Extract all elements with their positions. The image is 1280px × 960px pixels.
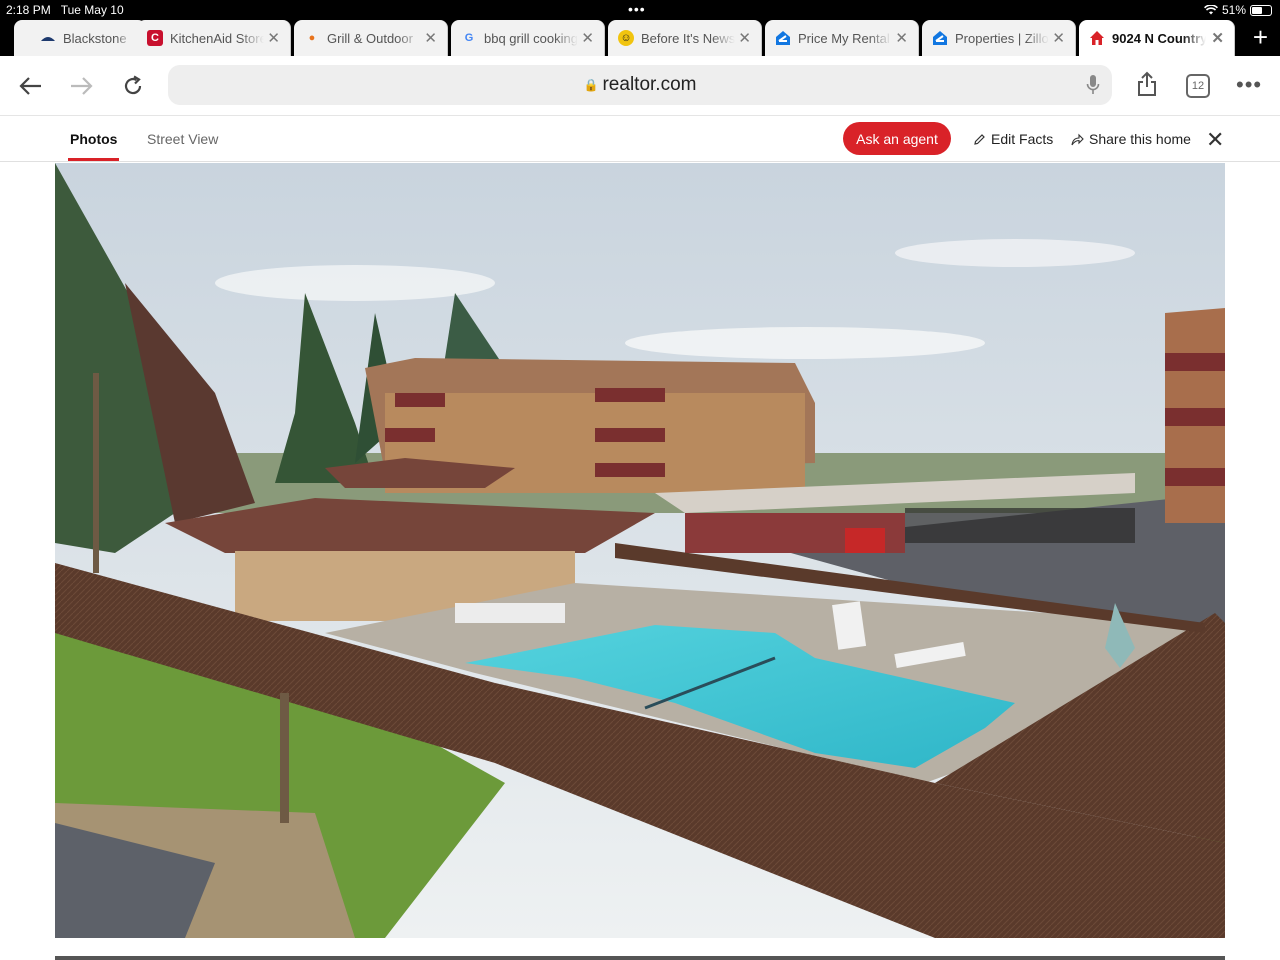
kitchenaid-icon: C — [147, 30, 163, 46]
tab-title: Blackstone — [63, 30, 127, 46]
lock-icon: 🔒 — [583, 78, 599, 92]
realtor-icon — [1089, 30, 1105, 46]
news-icon: ☺ — [618, 30, 634, 46]
tab-photos[interactable]: Photos — [67, 131, 120, 161]
tab-kitchenaid[interactable]: C KitchenAid Store ✕ — [137, 20, 291, 56]
tab-bbq-grill[interactable]: G bbq grill cooking ✕ — [451, 20, 605, 56]
close-tab-icon[interactable]: ✕ — [581, 29, 594, 47]
battery-icon — [1250, 4, 1272, 16]
more-options-icon[interactable]: ••• — [1236, 72, 1262, 98]
close-tab-icon[interactable]: ✕ — [895, 29, 908, 47]
new-tab-plus-icon[interactable]: + — [1253, 22, 1268, 52]
tab-blackstone[interactable]: Blackstone — [14, 20, 146, 56]
tab-title: 9024 N Country — [1112, 30, 1206, 46]
tab-title: KitchenAid Store — [170, 30, 264, 46]
share-home-label: Share this home — [1089, 131, 1191, 147]
browser-toolbar: 🔒 realtor.com 12 ••• — [0, 56, 1280, 116]
listing-photo[interactable] — [55, 163, 1225, 938]
tab-price-my-rental[interactable]: Price My Rental ✕ — [765, 20, 919, 56]
edit-facts-link[interactable]: Edit Facts — [973, 131, 1053, 147]
tab-title: Properties | Zillow — [955, 30, 1049, 46]
wifi-icon — [1204, 5, 1218, 15]
url-text: realtor.com — [602, 74, 697, 95]
google-icon: G — [464, 32, 474, 44]
pencil-icon — [974, 133, 985, 145]
apartment-complex-pool-photo — [55, 163, 1225, 938]
edit-facts-label: Edit Facts — [991, 131, 1054, 147]
multitask-dots-icon[interactable]: ••• — [628, 2, 646, 16]
close-tab-icon[interactable]: ✕ — [1211, 29, 1224, 47]
forward-arrow-icon[interactable] — [66, 71, 96, 101]
tab-title: Before It's News — [641, 30, 735, 46]
zillow-icon — [775, 30, 791, 46]
tab-count-icon[interactable]: 12 — [1186, 74, 1210, 98]
reload-icon[interactable] — [118, 71, 148, 101]
status-bar: 2:18 PM Tue May 10 ••• 51% — [0, 0, 1280, 20]
back-arrow-icon[interactable] — [16, 71, 46, 101]
tab-before-its-news[interactable]: ☺ Before It's News ✕ — [608, 20, 762, 56]
status-right: 51% — [1204, 3, 1272, 17]
close-tab-icon[interactable]: ✕ — [267, 29, 280, 47]
tab-title: bbq grill cooking — [484, 30, 578, 46]
ask-agent-button[interactable]: Ask an agent — [843, 122, 951, 155]
blackstone-icon — [40, 30, 56, 46]
tab-9024-n-country[interactable]: 9024 N Country ✕ — [1079, 20, 1235, 56]
close-icon[interactable]: ✕ — [1206, 127, 1224, 153]
grill-icon: ● — [308, 32, 316, 44]
share-icon[interactable] — [1132, 69, 1162, 99]
microphone-icon[interactable] — [1086, 74, 1100, 96]
share-arrow-icon — [1071, 133, 1084, 145]
close-tab-icon[interactable]: ✕ — [738, 29, 751, 47]
photo-viewer-header: Photos Street View Ask an agent Edit Fac… — [0, 116, 1280, 162]
close-tab-icon[interactable]: ✕ — [1052, 29, 1065, 47]
tab-properties-zillow[interactable]: Properties | Zillow ✕ — [922, 20, 1076, 56]
tab-street-view[interactable]: Street View — [147, 131, 218, 147]
zillow-icon — [932, 30, 948, 46]
close-tab-icon[interactable]: ✕ — [424, 29, 437, 47]
address-bar[interactable]: 🔒 realtor.com — [168, 65, 1112, 105]
battery-percent: 51% — [1221, 3, 1246, 17]
tab-grill-outdoor[interactable]: ● Grill & Outdoor ✕ — [294, 20, 448, 56]
share-home-link[interactable]: Share this home — [1071, 131, 1191, 147]
tab-title: Grill & Outdoor — [327, 30, 413, 46]
status-time: 2:18 PM Tue May 10 — [6, 3, 124, 17]
thumbnail-strip-edge — [55, 956, 1225, 960]
tab-strip: Blackstone C KitchenAid Store ✕ ● Grill … — [0, 20, 1280, 56]
tab-title: Price My Rental — [798, 30, 890, 46]
